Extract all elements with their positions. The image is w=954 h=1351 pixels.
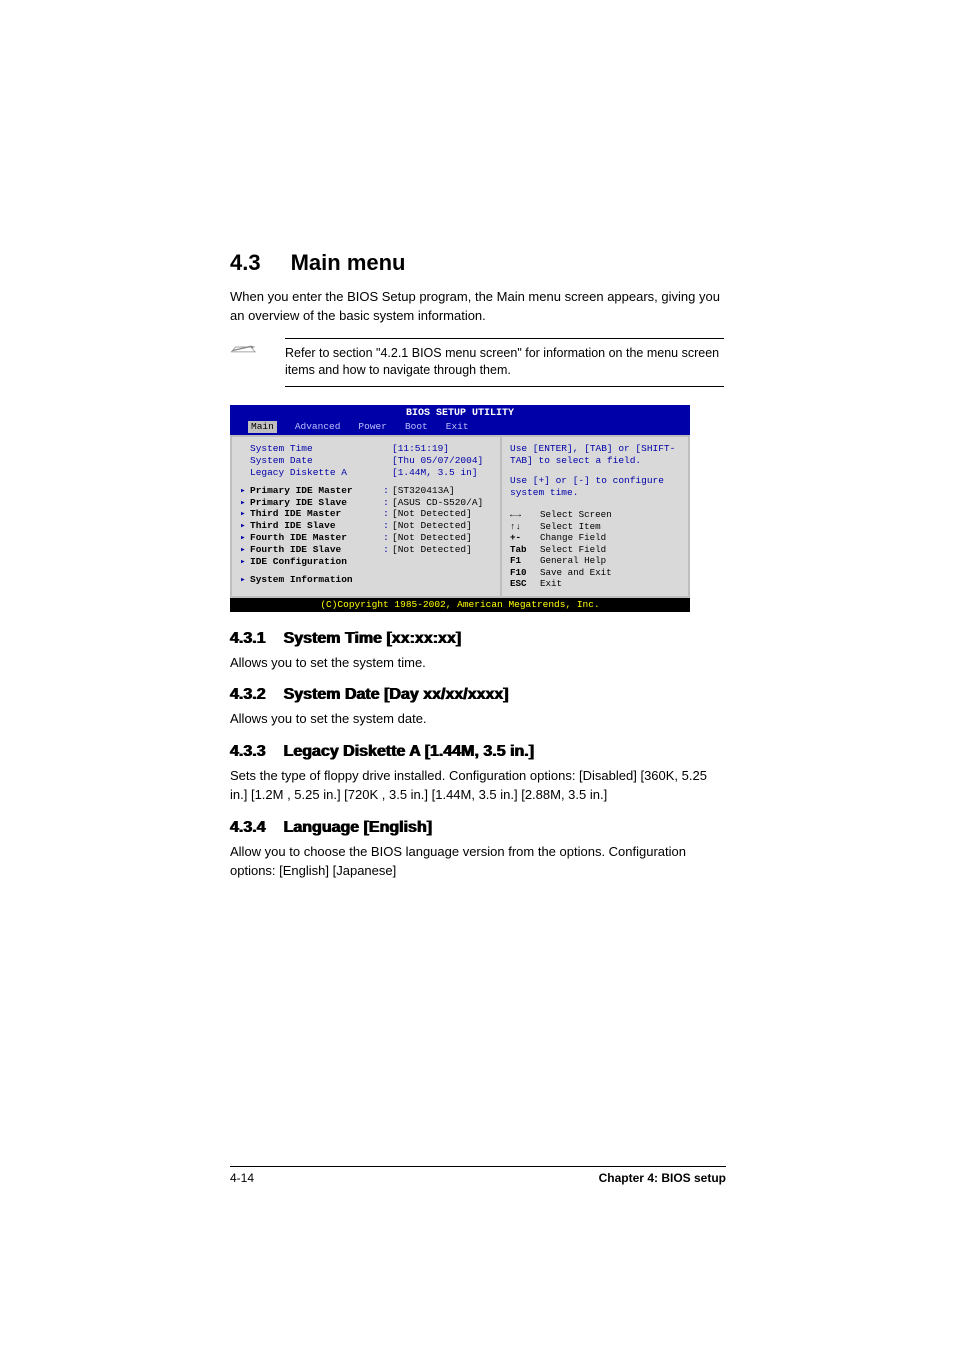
bios-submenu-row: ▸Third IDE Master:[Not Detected] <box>240 508 492 520</box>
bios-tab-main: Main <box>248 421 277 433</box>
subsection-heading: 4.3.4Language [English] <box>230 819 724 837</box>
bios-submenu-row: ▸Primary IDE Master:[ST320413A] <box>240 485 492 497</box>
bios-field-row: System Time[11:51:19] <box>240 443 492 455</box>
subsection-body: Allows you to set the system date. <box>230 710 724 729</box>
bios-screenshot: BIOS SETUP UTILITY Main Advanced Power B… <box>230 405 690 612</box>
bios-key-row: ESCExit <box>510 578 616 590</box>
bios-submenu-row: ▸Primary IDE Slave:[ASUS CD-S520/A] <box>240 497 492 509</box>
bios-key-row: F10Save and Exit <box>510 567 616 579</box>
bios-submenu-row: ▸System Information <box>240 574 492 586</box>
subsection-body: Allows you to set the system time. <box>230 654 724 673</box>
bios-copyright: (C)Copyright 1985-2002, American Megatre… <box>230 598 690 612</box>
bios-submenu-row: ▸IDE Configuration <box>240 556 492 568</box>
page-footer: 4-14 Chapter 4: BIOS setup <box>230 1166 726 1185</box>
bios-help-text-1: Use [ENTER], [TAB] or [SHIFT-TAB] to sel… <box>510 443 680 467</box>
bios-right-pane: Use [ENTER], [TAB] or [SHIFT-TAB] to sel… <box>500 435 690 598</box>
subsection-heading: 4.3.3Legacy Diskette A [1.44M, 3.5 in.] <box>230 743 724 761</box>
subsection-heading: 4.3.2System Date [Day xx/xx/xxxx] <box>230 686 724 704</box>
section-heading: 4.3 Main menu <box>230 250 724 276</box>
chapter-label: Chapter 4: BIOS setup <box>599 1171 726 1185</box>
bios-title: BIOS SETUP UTILITY <box>230 405 690 422</box>
bios-submenu-row: ▸Fourth IDE Master:[Not Detected] <box>240 532 492 544</box>
bios-key-row: F1General Help <box>510 555 616 567</box>
bios-key-row: +-Change Field <box>510 532 616 544</box>
bios-key-row: ↑↓Select Item <box>510 521 616 533</box>
bios-tab-boot: Boot <box>405 421 428 433</box>
section-number: 4.3 <box>230 250 261 275</box>
bios-tab-power: Power <box>358 421 387 433</box>
note-text: Refer to section "4.2.1 BIOS menu screen… <box>285 338 724 387</box>
bios-left-pane: System Time[11:51:19]System Date[Thu 05/… <box>230 435 500 598</box>
page-number: 4-14 <box>230 1171 254 1185</box>
bios-field-row: System Date[Thu 05/07/2004] <box>240 455 492 467</box>
bios-tab-exit: Exit <box>446 421 469 433</box>
bios-field-row: Legacy Diskette A[1.44M, 3.5 in] <box>240 467 492 479</box>
bios-key-help: ←→Select Screen↑↓Select Item+-Change Fie… <box>510 509 680 590</box>
subsection-body: Sets the type of floppy drive installed.… <box>230 767 724 805</box>
bios-key-row: ←→Select Screen <box>510 509 616 521</box>
subsection-heading: 4.3.1System Time [xx:xx:xx] <box>230 630 724 648</box>
pencil-icon <box>230 338 285 356</box>
bios-tab-advanced: Advanced <box>295 421 341 433</box>
bios-tabbar: Main Advanced Power Boot Exit <box>230 421 690 435</box>
note-block: Refer to section "4.2.1 BIOS menu screen… <box>230 338 724 387</box>
bios-key-row: TabSelect Field <box>510 544 616 556</box>
bios-submenu-row: ▸Third IDE Slave:[Not Detected] <box>240 520 492 532</box>
section-intro: When you enter the BIOS Setup program, t… <box>230 288 724 326</box>
section-title: Main menu <box>291 250 406 275</box>
subsection-body: Allow you to choose the BIOS language ve… <box>230 843 724 881</box>
bios-help-text-2: Use [+] or [-] to configure system time. <box>510 475 680 499</box>
bios-submenu-row: ▸Fourth IDE Slave:[Not Detected] <box>240 544 492 556</box>
